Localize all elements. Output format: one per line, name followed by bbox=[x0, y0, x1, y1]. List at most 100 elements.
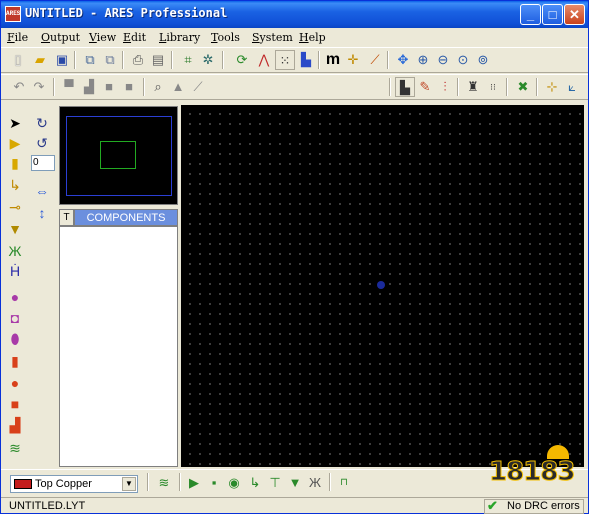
overview-view-rectangle[interactable] bbox=[100, 141, 136, 169]
ratsnest-icon[interactable]: Ж bbox=[5, 241, 25, 261]
polygon-pad-icon[interactable]: ■ bbox=[5, 394, 25, 414]
zoom-out-icon[interactable]: ⊖ bbox=[433, 50, 453, 70]
rotate-clockwise-icon[interactable]: ↻ bbox=[32, 113, 52, 133]
zoom-all-icon[interactable]: ⊙ bbox=[453, 50, 473, 70]
layer-selector[interactable]: Top Copper ▼ bbox=[10, 475, 138, 493]
rotate-anticlockwise-icon[interactable]: ↺ bbox=[32, 133, 52, 153]
find-icon[interactable]: ♜ bbox=[463, 77, 483, 97]
block-move-icon[interactable]: ▟ bbox=[79, 77, 99, 97]
dot-grid-icon[interactable]: ⁙ bbox=[275, 50, 295, 70]
menu-tools[interactable]: Tools bbox=[211, 31, 240, 44]
menu-output[interactable]: Output bbox=[41, 31, 80, 44]
rotation-angle-input[interactable]: 0 bbox=[31, 155, 55, 171]
package-icon[interactable]: ▮ bbox=[5, 153, 25, 173]
pcb-editing-canvas[interactable] bbox=[181, 105, 584, 467]
maximize-button[interactable]: □ bbox=[542, 4, 563, 25]
place-track-icon[interactable]: ↳ bbox=[245, 473, 265, 493]
title-bar[interactable]: ARES UNTITLED - ARES Professional _ □ ✕ bbox=[1, 1, 588, 28]
auto-route-icon[interactable]: ✖ bbox=[513, 77, 533, 97]
block-rotate-icon[interactable]: ■ bbox=[99, 77, 119, 97]
netlist-icon[interactable]: ✎ bbox=[415, 77, 435, 97]
menu-view[interactable]: View bbox=[89, 31, 116, 44]
minimize-button[interactable]: _ bbox=[520, 4, 541, 25]
zone-icon[interactable]: ▼ bbox=[5, 219, 25, 239]
layer-icon[interactable]: ▙ bbox=[395, 77, 415, 97]
checkmark-icon: ✔ bbox=[487, 498, 498, 513]
components-list[interactable] bbox=[59, 226, 178, 467]
open-icon[interactable]: ▰ bbox=[30, 50, 50, 70]
dil-pad-icon[interactable]: ⬮ bbox=[5, 329, 25, 349]
separator bbox=[536, 78, 538, 96]
grid-icon[interactable]: ⌗ bbox=[178, 50, 198, 70]
connectivity-icon[interactable]: Ḣ bbox=[5, 261, 25, 281]
menu-bar: File Output View Edit Library Tools Syst… bbox=[1, 28, 588, 47]
square-pad-icon[interactable]: ◘ bbox=[5, 308, 25, 328]
place-zone-icon[interactable]: ▼ bbox=[285, 473, 305, 493]
menu-library[interactable]: Library bbox=[159, 31, 200, 44]
close-button[interactable]: ✕ bbox=[564, 4, 585, 25]
place-component-icon[interactable]: ▶ bbox=[184, 473, 204, 493]
metric-icon[interactable]: m bbox=[323, 50, 343, 70]
menu-edit[interactable]: Edit bbox=[123, 31, 146, 44]
circle-pad-icon[interactable]: ● bbox=[5, 373, 25, 393]
edge-pad-icon[interactable]: ▮ bbox=[5, 351, 25, 371]
export-icon[interactable]: ⧉ bbox=[100, 50, 120, 70]
print-preview-icon[interactable]: ▤ bbox=[148, 50, 168, 70]
separator bbox=[147, 473, 149, 491]
zoom-in-icon[interactable]: ⊕ bbox=[413, 50, 433, 70]
pick-icon[interactable]: ▙ bbox=[296, 50, 316, 70]
place-pin-icon[interactable]: ▪ bbox=[204, 473, 224, 493]
menu-system[interactable]: System bbox=[252, 31, 293, 44]
place-via-icon[interactable]: ⊤ bbox=[265, 473, 285, 493]
ratsnest-mode-icon[interactable]: Ж bbox=[305, 473, 325, 493]
snap-icon[interactable]: ✲ bbox=[198, 50, 218, 70]
tools-icon[interactable]: ⟋ bbox=[188, 77, 208, 97]
search-icon[interactable]: ⌕ bbox=[148, 77, 168, 97]
print-icon[interactable]: ⎙ bbox=[128, 50, 148, 70]
block-copy-icon[interactable]: ▀ bbox=[59, 77, 79, 97]
round-pad-icon[interactable]: ● bbox=[5, 287, 25, 307]
component-icon[interactable]: ▶ bbox=[5, 133, 25, 153]
components-tab-button[interactable]: T bbox=[59, 209, 74, 226]
refresh-icon[interactable]: ⟳ bbox=[232, 50, 252, 70]
menu-file[interactable]: File bbox=[7, 31, 28, 44]
zoom-area-icon[interactable]: ⊚ bbox=[473, 50, 493, 70]
undo-icon[interactable]: ↶ bbox=[9, 77, 29, 97]
save-icon[interactable]: ▣ bbox=[52, 50, 72, 70]
track-icon[interactable]: ↳ bbox=[5, 175, 25, 195]
ares-app-icon[interactable]: ARES bbox=[5, 6, 21, 22]
drc-icon[interactable]: ⊹ bbox=[542, 77, 562, 97]
via-icon[interactable]: ⊸ bbox=[5, 197, 25, 217]
tag-mode-icon[interactable]: ⊓ bbox=[334, 473, 354, 493]
main-window: ARES UNTITLED - ARES Professional _ □ ✕ … bbox=[0, 0, 589, 514]
components-title[interactable]: COMPONENTS bbox=[74, 209, 178, 226]
mirror-horizontal-icon[interactable]: ⇔ bbox=[32, 181, 52, 201]
redo-icon[interactable]: ↷ bbox=[29, 77, 49, 97]
3d-view-icon[interactable]: ⟀ bbox=[562, 77, 582, 97]
new-icon[interactable]: ▯ bbox=[8, 50, 28, 70]
block-delete-icon[interactable]: ■ bbox=[119, 77, 139, 97]
layers-icon[interactable]: ≋ bbox=[5, 438, 25, 458]
overview-window[interactable] bbox=[59, 106, 178, 205]
select-icon[interactable]: ➤ bbox=[5, 113, 25, 133]
watermark-logo: 18183 bbox=[483, 443, 579, 493]
drc-status[interactable]: ✔ No DRC errors bbox=[484, 499, 584, 514]
origin-icon[interactable]: ✛ bbox=[343, 50, 363, 70]
place-pad-icon[interactable]: ◉ bbox=[224, 473, 244, 493]
design-rule-icon[interactable]: ⁝⁝ bbox=[483, 77, 503, 97]
layer-stack-icon[interactable]: ≋ bbox=[154, 473, 174, 493]
import-icon[interactable]: ⧉ bbox=[80, 50, 100, 70]
route-icon[interactable]: ⫶ bbox=[435, 77, 455, 97]
main-toolbar: ▯ ▰ ▣ ⧉ ⧉ ⎙ ▤ ⌗ ✲ ⟳ ⋀ ⁙ ▙ m ✛ ⟋ ✥ ⊕ ⊖ ⊙ … bbox=[1, 47, 588, 73]
menu-help[interactable]: Help bbox=[299, 31, 326, 44]
mirror-vertical-icon[interactable]: ↕ bbox=[32, 203, 52, 223]
status-bar: UNTITLED.LYT ✔ No DRC errors bbox=[1, 497, 588, 514]
pan-icon[interactable]: ✥ bbox=[393, 50, 413, 70]
separator bbox=[318, 51, 320, 69]
padstack-icon[interactable]: ▟ bbox=[5, 415, 25, 435]
tag-icon[interactable]: ▲ bbox=[168, 77, 188, 97]
layer-selector-value: Top Copper bbox=[35, 478, 92, 490]
false-origin-icon[interactable]: ⟋ bbox=[365, 50, 385, 70]
flip-icon[interactable]: ⋀ bbox=[254, 50, 274, 70]
chevron-down-icon[interactable]: ▼ bbox=[122, 477, 136, 491]
